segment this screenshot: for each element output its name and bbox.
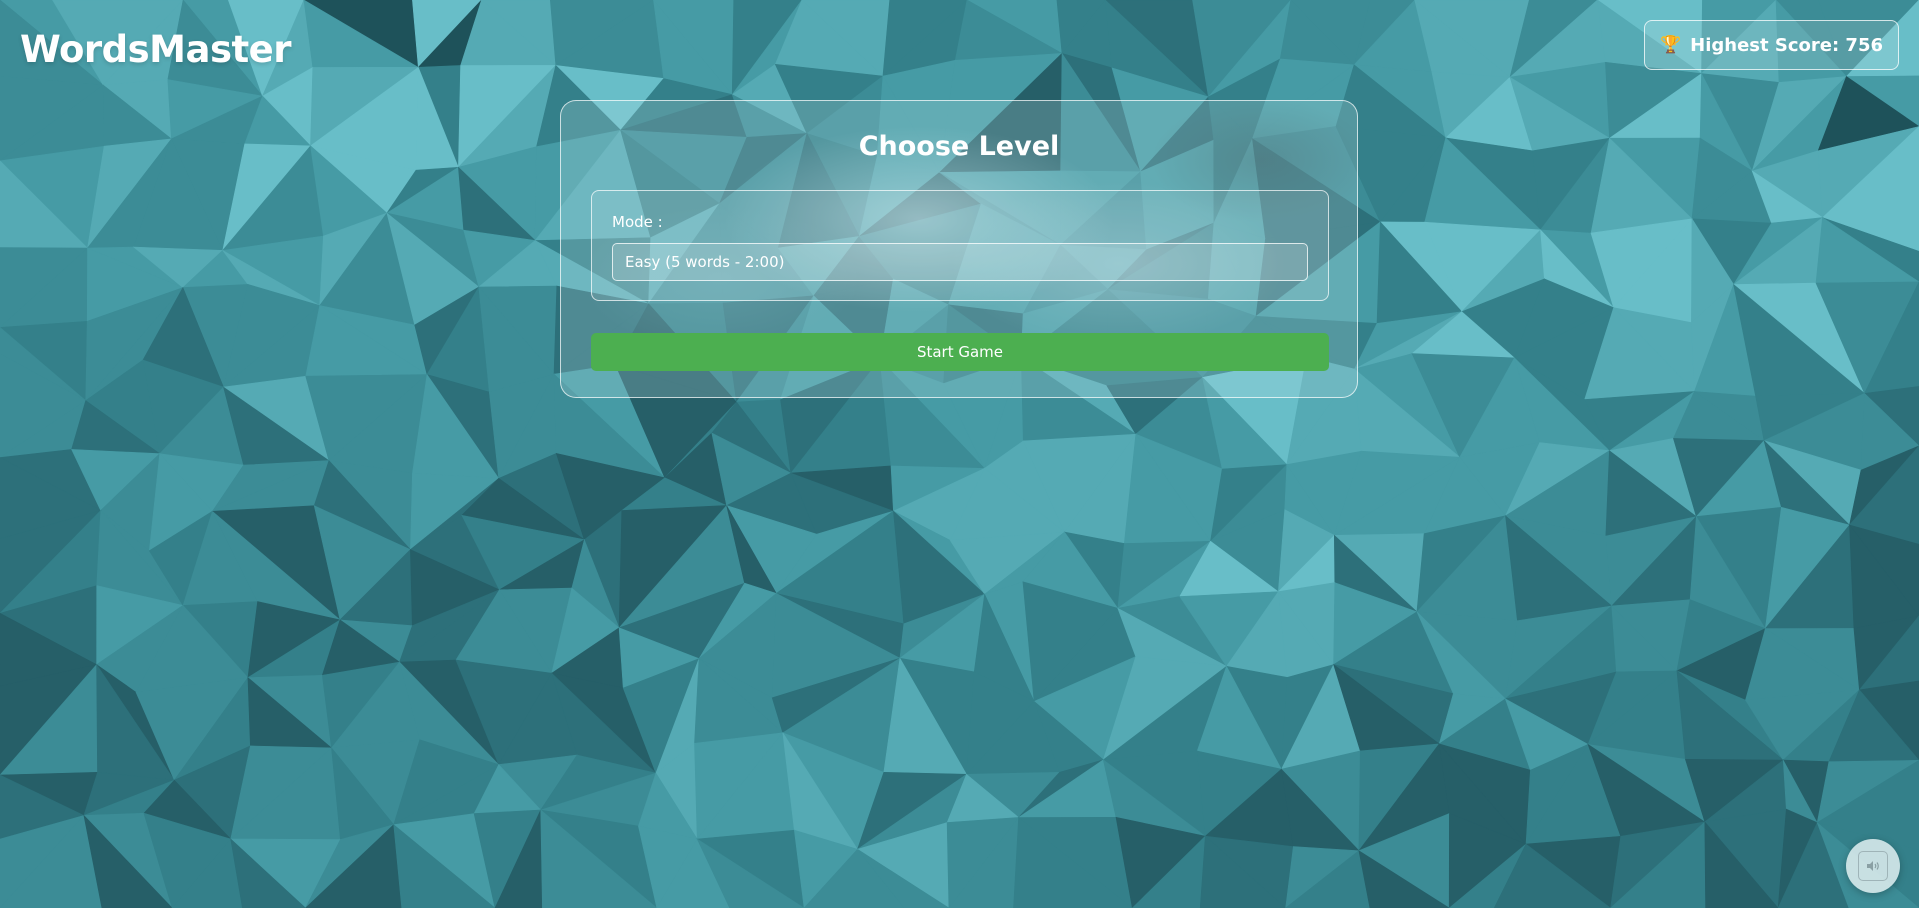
panel-title: Choose Level — [858, 131, 1060, 162]
mode-section: Mode : Easy (5 words - 2:00) — [591, 190, 1329, 301]
game-screen: WordsMaster 🏆 Highest Score: 756 Choose … — [0, 0, 1919, 908]
app-title: WordsMaster — [20, 28, 292, 71]
choose-level-panel: Choose Level Mode : Easy (5 words - 2:00… — [560, 100, 1358, 398]
mode-label: Mode : — [612, 213, 663, 231]
trophy-icon: 🏆 — [1659, 34, 1682, 55]
sound-toggle-button[interactable] — [1846, 839, 1900, 893]
start-game-button[interactable]: Start Game — [591, 333, 1329, 371]
mode-select[interactable]: Easy (5 words - 2:00) — [612, 243, 1308, 281]
speaker-icon — [1858, 851, 1888, 881]
highest-score-badge: 🏆 Highest Score: 756 — [1643, 20, 1899, 70]
highest-score-text: Highest Score: 756 — [1690, 34, 1883, 56]
